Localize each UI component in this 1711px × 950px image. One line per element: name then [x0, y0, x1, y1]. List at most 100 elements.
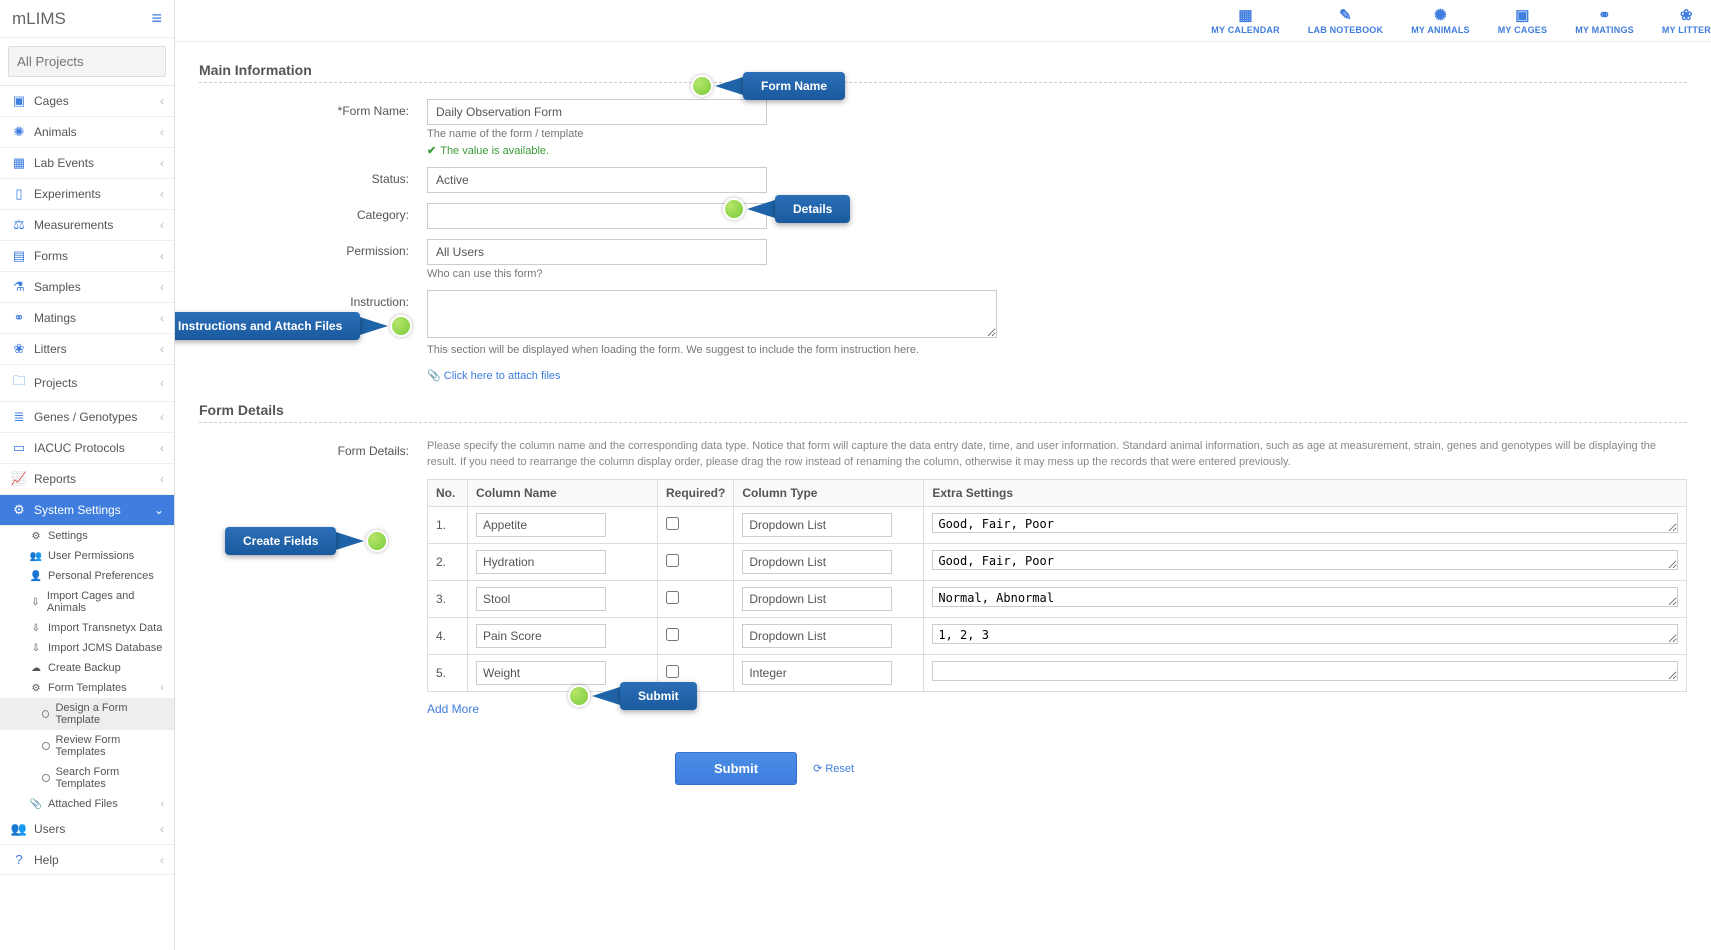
sidebar-item-litters[interactable]: ❀Litters‹ [0, 334, 174, 365]
column-type-input[interactable] [742, 661, 892, 685]
sidebar-sub-create-backup[interactable]: ☁Create Backup [0, 658, 174, 678]
topbar-my-litters[interactable]: ❀MY LITTER [1662, 6, 1711, 35]
radio-icon [42, 742, 50, 750]
th-coltype: Column Type [734, 479, 924, 506]
sidebar-item-users[interactable]: 👥Users‹ [0, 814, 174, 845]
form-name-help: The name of the form / template [427, 128, 1687, 140]
extra-settings-input[interactable]: Good, Fair, Poor [932, 513, 1678, 533]
sidebar-item-projects[interactable]: 🗀Projects‹ [0, 365, 174, 402]
status-input[interactable] [427, 167, 767, 193]
topbar-my-cages[interactable]: ▣MY CAGES [1498, 6, 1547, 35]
extra-settings-input[interactable]: Normal, Abnormal [932, 587, 1678, 607]
add-more-link[interactable]: Add More [427, 702, 479, 716]
sidebar-sub-design-form[interactable]: Design a Form Template [0, 698, 174, 730]
sidebar: mLIMS ≡ ▣Cages‹ ✺Animals‹ ▦Lab Events‹ ▯… [0, 0, 175, 950]
label-form-name: *Form Name: [199, 99, 427, 157]
chevron-left-icon: ‹ [160, 441, 164, 455]
sidebar-sub-settings[interactable]: ⚙Settings [0, 526, 174, 546]
column-type-input[interactable] [742, 587, 892, 611]
sidebar-item-help[interactable]: ?Help‹ [0, 845, 174, 875]
section-title-main: Main Information [199, 62, 1687, 78]
user-icon: 👤 [30, 571, 42, 582]
sidebar-item-animals[interactable]: ✺Animals‹ [0, 117, 174, 148]
permission-input[interactable] [427, 239, 767, 265]
required-checkbox[interactable] [666, 554, 679, 567]
submit-button[interactable]: Submit [675, 752, 797, 785]
category-input[interactable] [427, 203, 767, 229]
column-name-input[interactable] [476, 513, 606, 537]
row-no: 3. [428, 580, 468, 617]
table-row[interactable]: 1. Good, Fair, Poor [428, 506, 1687, 543]
import-icon: ⇩ [30, 643, 42, 654]
chart-icon: 📈 [10, 471, 28, 487]
table-row[interactable]: 2.Good, Fair, Poor [428, 543, 1687, 580]
column-name-input[interactable] [476, 661, 606, 685]
required-checkbox[interactable] [666, 591, 679, 604]
details-hint: Please specify the column name and the c… [427, 439, 1687, 471]
sidebar-sub-import-transnetyx[interactable]: ⇩Import Transnetyx Data [0, 618, 174, 638]
chevron-left-icon: ‹ [160, 822, 164, 836]
extra-settings-input[interactable]: 1, 2, 3 [932, 624, 1678, 644]
chevron-left-icon: ‹ [160, 280, 164, 294]
column-name-input[interactable] [476, 550, 606, 574]
sidebar-sub-search-form[interactable]: Search Form Templates [0, 762, 174, 794]
extra-settings-input[interactable]: Good, Fair, Poor [932, 550, 1678, 570]
help-icon: ? [10, 852, 28, 867]
row-no: 5. [428, 654, 468, 691]
chevron-left-icon: ‹ [160, 125, 164, 139]
radio-icon [42, 774, 50, 782]
sidebar-item-genes[interactable]: ≣Genes / Genotypes‹ [0, 402, 174, 433]
sidebar-sub-personal-prefs[interactable]: 👤Personal Preferences [0, 566, 174, 586]
column-name-input[interactable] [476, 587, 606, 611]
row-no: 4. [428, 617, 468, 654]
project-search-input[interactable] [8, 46, 166, 77]
link-icon: ⚭ [1575, 6, 1634, 24]
required-checkbox[interactable] [666, 665, 679, 678]
column-type-input[interactable] [742, 624, 892, 648]
sidebar-sub-review-form[interactable]: Review Form Templates [0, 730, 174, 762]
column-type-input[interactable] [742, 550, 892, 574]
sidebar-item-reports[interactable]: 📈Reports‹ [0, 464, 174, 495]
instruction-textarea[interactable] [427, 290, 997, 338]
sidebar-item-forms[interactable]: ▤Forms‹ [0, 241, 174, 272]
sidebar-sub-form-templates[interactable]: ⚙Form Templates‹ [0, 678, 174, 698]
column-name-input[interactable] [476, 624, 606, 648]
topbar-my-calendar[interactable]: ▦MY CALENDAR [1211, 6, 1280, 35]
form-name-input[interactable] [427, 99, 767, 125]
sidebar-item-matings[interactable]: ⚭Matings‹ [0, 303, 174, 334]
chevron-left-icon: ‹ [160, 376, 164, 390]
reset-link[interactable]: Reset [813, 762, 854, 775]
table-row[interactable]: 4. 1, 2, 3 [428, 617, 1687, 654]
sidebar-item-lab-events[interactable]: ▦Lab Events‹ [0, 148, 174, 179]
sidebar-item-iacuc[interactable]: ▭IACUC Protocols‹ [0, 433, 174, 464]
chevron-left-icon: ‹ [160, 472, 164, 486]
topbar-lab-notebook[interactable]: ✎LAB NOTEBOOK [1308, 6, 1383, 35]
row-no: 1. [428, 506, 468, 543]
required-checkbox[interactable] [666, 517, 679, 530]
sidebar-sub-user-permissions[interactable]: 👥User Permissions [0, 546, 174, 566]
sidebar-item-system-settings[interactable]: ⚙System Settings⌄ [0, 495, 174, 526]
table-row[interactable]: 3. Normal, Abnormal [428, 580, 1687, 617]
import-icon: ⇩ [30, 623, 42, 634]
sidebar-item-cages[interactable]: ▣Cages‹ [0, 86, 174, 117]
topbar-my-matings[interactable]: ⚭MY MATINGS [1575, 6, 1634, 35]
chevron-left-icon: ‹ [160, 342, 164, 356]
sidebar-sub-import-jcms[interactable]: ⇩Import JCMS Database [0, 638, 174, 658]
clipboard-icon: ▯ [10, 186, 28, 202]
sidebar-sub-attached-files[interactable]: 📎Attached Files‹ [0, 794, 174, 814]
table-row[interactable]: 5. [428, 654, 1687, 691]
th-required: Required? [658, 479, 734, 506]
sidebar-item-experiments[interactable]: ▯Experiments‹ [0, 179, 174, 210]
chevron-left-icon: ‹ [160, 94, 164, 108]
sidebar-sub-import-cages[interactable]: ⇩Import Cages and Animals [0, 586, 174, 618]
column-type-input[interactable] [742, 513, 892, 537]
chevron-left-icon: ‹ [160, 311, 164, 325]
sidebar-item-measurements[interactable]: ⚖Measurements‹ [0, 210, 174, 241]
sidebar-item-samples[interactable]: ⚗Samples‹ [0, 272, 174, 303]
menu-toggle-icon[interactable]: ≡ [151, 8, 162, 29]
topbar-my-animals[interactable]: ✺MY ANIMALS [1411, 6, 1470, 35]
extra-settings-input[interactable] [932, 661, 1678, 681]
chevron-left-icon: ‹ [160, 156, 164, 170]
required-checkbox[interactable] [666, 628, 679, 641]
attach-files-link[interactable]: Click here to attach files [427, 370, 561, 382]
